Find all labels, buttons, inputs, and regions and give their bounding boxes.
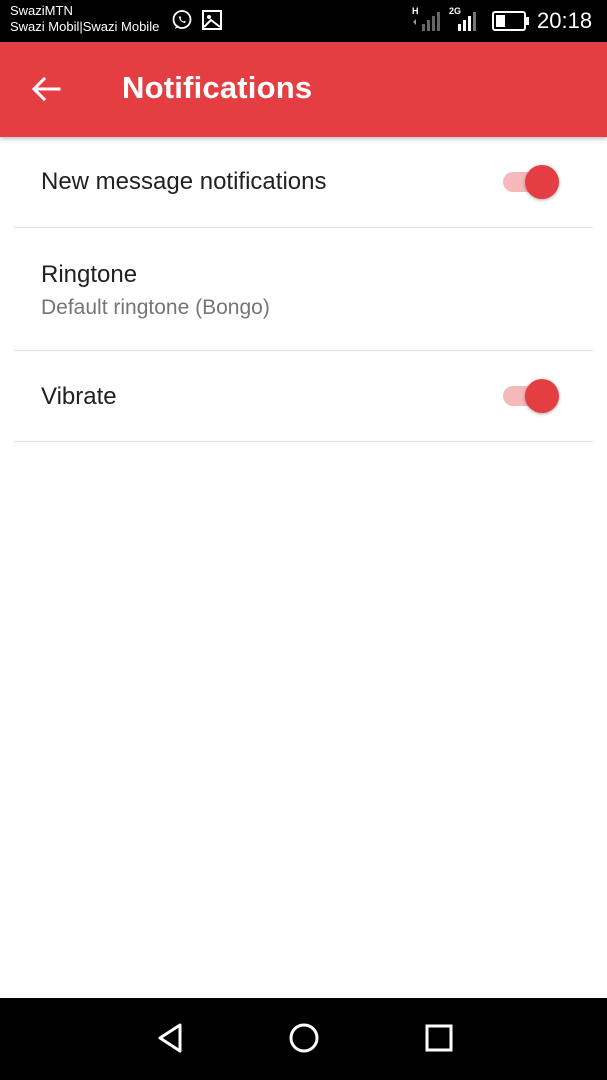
- network-type-label: H: [412, 6, 419, 16]
- setting-title: Ringtone: [41, 261, 138, 288]
- signal-icon: H: [410, 6, 442, 39]
- toggle-thumb: [525, 165, 559, 199]
- page-title: Notifications: [122, 70, 313, 105]
- carrier-info: SwaziMTN Swazi Mobil|Swazi Mobile: [10, 3, 159, 35]
- setting-title: New message notifications: [41, 168, 327, 195]
- settings-list: New message notifications Ringtone Defau…: [0, 137, 607, 442]
- status-bar: SwaziMTN Swazi Mobil|Swazi Mobile H 2G 2…: [0, 0, 607, 42]
- battery-icon: [492, 11, 530, 36]
- setting-subtitle: Default ringtone (Bongo): [41, 296, 270, 319]
- carrier-line-1: SwaziMTN: [10, 3, 73, 18]
- setting-title: Vibrate: [41, 383, 117, 410]
- nav-back-icon: [155, 1022, 185, 1059]
- vibrate-toggle[interactable]: [501, 378, 561, 414]
- whatsapp-icon: [171, 9, 193, 36]
- app-bar: Notifications: [0, 42, 607, 137]
- status-time: 20:18: [537, 8, 593, 33]
- arrow-back-icon: [31, 76, 61, 107]
- carrier-line-2: Swazi Mobil|Swazi Mobile: [10, 19, 160, 34]
- image-icon: [201, 9, 223, 36]
- nav-home-icon: [288, 1022, 320, 1059]
- navigation-bar: [0, 998, 607, 1080]
- setting-ringtone[interactable]: Ringtone Default ringtone (Bongo): [14, 228, 593, 351]
- setting-new-message-notifications[interactable]: New message notifications: [14, 137, 593, 228]
- nav-back-button[interactable]: [150, 1020, 190, 1060]
- setting-vibrate[interactable]: Vibrate: [14, 351, 593, 442]
- new-message-notifications-toggle[interactable]: [501, 164, 561, 200]
- nav-recent-button[interactable]: [419, 1020, 459, 1060]
- toggle-thumb: [525, 379, 559, 413]
- back-button[interactable]: [22, 67, 70, 115]
- nav-home-button[interactable]: [284, 1020, 324, 1060]
- network-type-label: 2G: [449, 6, 462, 16]
- signal-icon: 2G: [449, 6, 483, 39]
- nav-recent-icon: [424, 1023, 454, 1058]
